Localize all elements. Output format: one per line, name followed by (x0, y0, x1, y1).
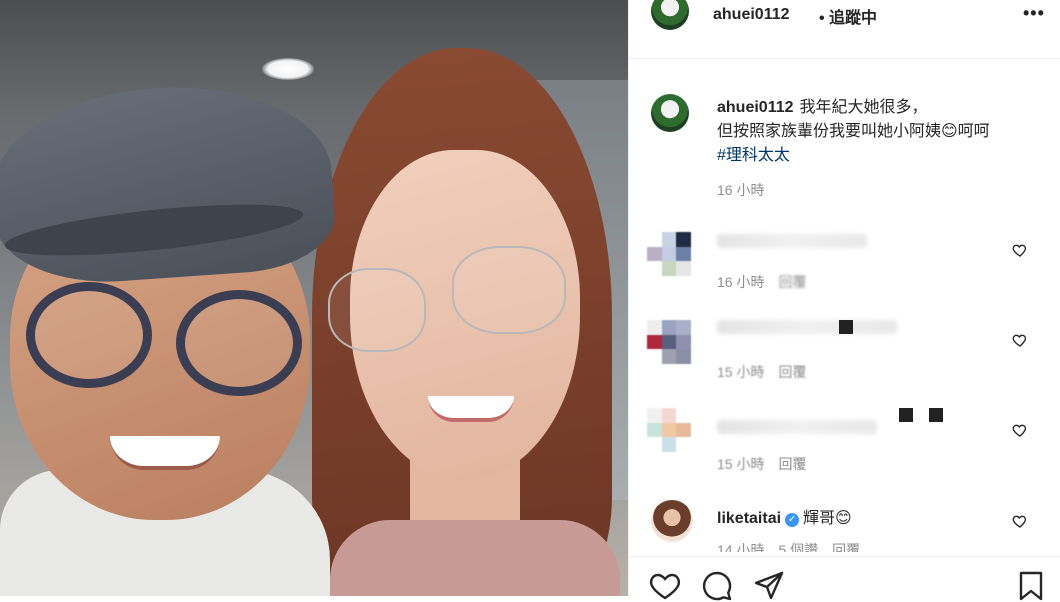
verified-badge-icon: ✓ (785, 513, 800, 527)
caption-timestamp[interactable]: 16 小時 (717, 180, 764, 200)
follow-status[interactable]: • 追蹤中 (819, 4, 877, 28)
comment-avatar-blurred[interactable] (647, 232, 691, 276)
post-caption: ahuei0112 我年紀大她很多， 但按照家族輩份我要叫她小阿姨😊呵呵 #理科太… (717, 96, 1047, 168)
share-icon[interactable] (753, 570, 785, 602)
comment-time[interactable]: 15 小時 (717, 364, 764, 380)
header-avatar[interactable] (651, 0, 689, 30)
caption-hashtag[interactable]: #理科太太 (717, 147, 790, 164)
comment-reply[interactable]: 回覆 (778, 456, 806, 472)
more-dots-icon[interactable]: ••• (1023, 3, 1045, 24)
comment-redaction-block (899, 408, 913, 422)
post-photo[interactable] (0, 0, 628, 596)
post-side-panel: ahuei0112 • 追蹤中 ••• ahuei0112 我年紀大她很多， 但按… (628, 0, 1060, 601)
comment-avatar-blurred[interactable] (647, 320, 691, 364)
comment-icon[interactable] (701, 570, 733, 602)
featured-comment: liketaitai ✓ 輝哥😊 (717, 504, 852, 528)
featured-comment-username[interactable]: liketaitai (717, 510, 781, 527)
comment-avatar-blurred[interactable] (647, 408, 691, 452)
caption-username[interactable]: ahuei0112 (717, 99, 794, 116)
caption-avatar[interactable] (651, 94, 689, 132)
featured-comment-text: 輝哥😊 (803, 510, 852, 527)
comment-item: 15 小時 回覆 (629, 406, 1060, 486)
heart-icon[interactable] (1012, 332, 1028, 348)
liketaitai-avatar[interactable] (651, 500, 693, 542)
photo-woman-glasses-left (328, 268, 426, 352)
heart-icon[interactable] (1012, 242, 1028, 258)
photo-woman-smile (428, 396, 514, 422)
photo-man-smile (110, 436, 220, 470)
caption-line-1: 我年紀大她很多， (799, 99, 928, 116)
comment-time[interactable]: 16 小時 (717, 274, 764, 290)
comment-item: 16 小時 回覆 (629, 226, 1060, 306)
comment-redaction-block (929, 408, 943, 422)
header-username[interactable]: ahuei0112 (713, 6, 790, 24)
post-header: ahuei0112 • 追蹤中 ••• (629, 0, 1060, 32)
comment-time[interactable]: 15 小時 (717, 456, 764, 472)
heart-icon[interactable] (1012, 422, 1028, 438)
comment-meta: 15 小時 回覆 (717, 454, 820, 474)
actions-divider (629, 556, 1060, 557)
caption-line-2: 但按照家族輩份我要叫她小阿姨😊呵呵 (717, 123, 990, 140)
photo-woman-glasses-right (452, 246, 566, 334)
photo-woman-shirt (330, 520, 620, 596)
comment-text-blurred (717, 320, 897, 334)
photo-man-glasses-left (26, 282, 152, 388)
instagram-post: ahuei0112 • 追蹤中 ••• ahuei0112 我年紀大她很多， 但按… (0, 0, 1060, 601)
bookmark-icon[interactable] (1015, 570, 1047, 602)
photo-ceiling-light (262, 58, 314, 80)
comment-item: 15 小時 回覆 (629, 316, 1060, 396)
header-divider (629, 58, 1060, 59)
comment-reply[interactable]: 回覆 (778, 364, 806, 380)
photo-man-glasses-right (176, 290, 302, 396)
comment-text-blurred (717, 234, 867, 248)
comment-meta: 16 小時 回覆 (717, 272, 820, 292)
comment-reply[interactable]: 回覆 (778, 274, 806, 290)
comment-meta: 15 小時 回覆 (717, 362, 820, 382)
like-icon[interactable] (649, 570, 681, 602)
comment-text-blurred (717, 420, 877, 434)
comment-redaction-block (839, 320, 853, 334)
heart-icon[interactable] (1012, 513, 1028, 529)
featured-comment-meta: 14 小時 5 個讚 回覆 (717, 540, 874, 552)
